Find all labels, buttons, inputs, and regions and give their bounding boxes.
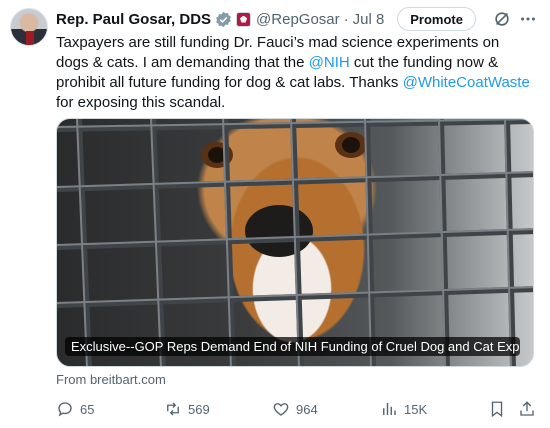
like-button[interactable]: 964 (272, 400, 318, 418)
avatar[interactable] (10, 8, 48, 46)
views-icon (383, 403, 396, 415)
congress-affiliation-icon[interactable] (236, 11, 252, 27)
reply-count: 65 (80, 401, 95, 417)
reply-button[interactable]: 65 (56, 400, 94, 418)
link-card-source[interactable]: From breitbart.com (56, 372, 166, 387)
views-button[interactable]: 15K (380, 400, 427, 418)
mention-nih-link[interactable]: @NIH (309, 54, 350, 71)
mention-whitecoatwaste-link[interactable]: @WhiteCoatWaste (403, 74, 530, 91)
share-button[interactable] (518, 400, 542, 418)
repost-button[interactable]: 569 (164, 400, 210, 418)
header-separator: · (343, 10, 349, 28)
tweet-text: Taxpayers are still funding Dr. Fauci’s … (56, 33, 534, 113)
repost-icon (167, 402, 179, 416)
link-card-caption[interactable]: Exclusive--GOP Reps Demand End of NIH Fu… (65, 337, 520, 356)
like-count: 964 (296, 401, 318, 417)
bookmark-button[interactable] (488, 400, 512, 418)
link-card-image[interactable]: Exclusive--GOP Reps Demand End of NIH Fu… (56, 118, 534, 367)
dog-photo (57, 119, 533, 366)
tweet-header: Rep. Paul Gosar, DDS @RepGosar · Jul 8 P… (56, 7, 538, 31)
heart-icon (273, 403, 289, 416)
grok-icon[interactable] (492, 9, 512, 29)
repost-count: 569 (188, 401, 210, 417)
promote-button[interactable]: Promote (397, 7, 476, 31)
share-icon (520, 401, 534, 416)
author-name[interactable]: Rep. Paul Gosar, DDS (56, 11, 211, 28)
author-handle[interactable]: @RepGosar (256, 11, 340, 28)
tweet-actions: 65 569 964 15K (56, 398, 534, 420)
reply-icon (58, 402, 72, 417)
more-icon[interactable] (518, 9, 538, 29)
tweet-text-part: for exposing this scandal. (56, 94, 226, 111)
verified-badge-icon[interactable] (215, 11, 232, 28)
views-count: 15K (404, 401, 428, 417)
tweet-time[interactable]: Jul 8 (353, 11, 385, 28)
bookmark-icon (491, 401, 503, 418)
